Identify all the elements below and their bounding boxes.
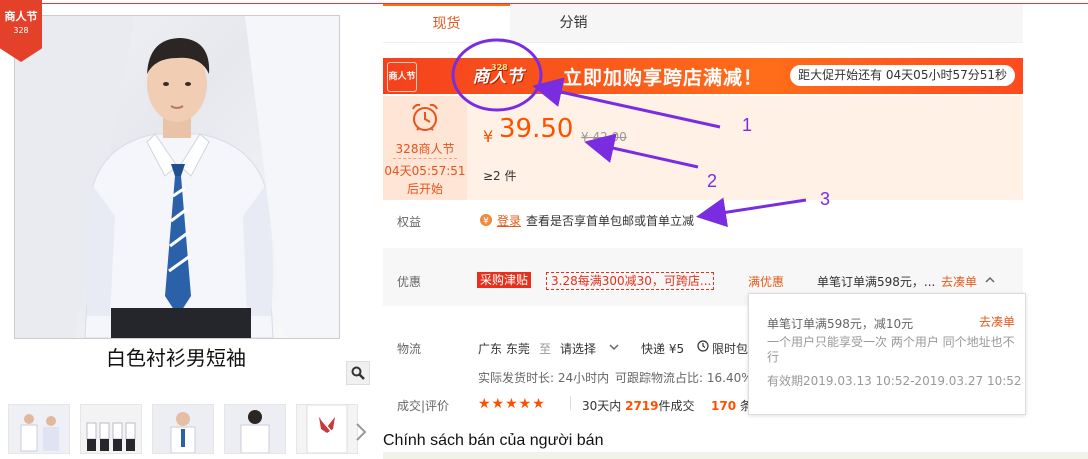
promo-countdown: 距大促开始还有 04天05小时57分51秒 — [790, 65, 1015, 86]
limited-time-package: 限时包 — [712, 342, 749, 356]
thumbnail[interactable] — [8, 404, 70, 454]
evaluations[interactable]: 170 条 — [711, 397, 752, 414]
coupon-icon: ¥ — [480, 214, 492, 227]
full-discount-label: 满优惠 — [748, 275, 785, 289]
single-order-discount: 单笔订单满598元，... — [817, 275, 936, 289]
event-start-label: 后开始 — [406, 182, 443, 196]
badge-number: 328 — [13, 26, 29, 35]
tab-bar: 现货 分销 — [383, 4, 1023, 43]
divider — [393, 158, 457, 159]
express-fee: 快递 ¥5 — [641, 342, 685, 356]
traceable-ratio: 可跟踪物流占比: 16.40% — [615, 371, 753, 385]
festival-logo: 商人节 — [387, 62, 417, 92]
thumbnail[interactable] — [152, 404, 214, 454]
rights-text: 查看是否享首单包邮或首单立减 — [526, 214, 695, 228]
deals-reviews-label: 成交|评价 — [397, 399, 450, 413]
model-photo — [15, 16, 339, 338]
rights-label: 权益 — [397, 215, 422, 229]
thumbnail[interactable] — [296, 404, 358, 454]
rating-stars: ★★★★★ — [478, 396, 546, 412]
festival-center-logo: 328 商人节 — [463, 60, 533, 92]
product-main-image[interactable] — [14, 15, 340, 339]
deals-suffix: 件成交 — [658, 399, 695, 413]
zoom-button[interactable] — [346, 361, 370, 385]
annotation-arrow — [696, 197, 807, 228]
annotation-label-2: 2 — [707, 171, 718, 191]
event-name: 328商人节 — [395, 142, 455, 156]
annotation-label-1: 1 — [742, 115, 753, 135]
ship-to-label: 至 — [539, 342, 552, 356]
thumbnail[interactable] — [224, 404, 286, 454]
ship-duration: 实际发货时长: 24小时内 — [478, 371, 610, 385]
event-countdown: 04天05:57:51 — [384, 164, 466, 178]
alarm-clock-icon — [412, 103, 438, 131]
chevron-right-icon[interactable] — [354, 422, 368, 442]
discount-popup: 单笔订单满598元，减10元 去凑单 一个用户只能享受一次 两个用户 同个地址也… — [748, 293, 1026, 415]
magnifier-icon — [351, 366, 365, 380]
chevron-down-icon[interactable] — [609, 342, 619, 352]
product-title: 白色衬衫男短袖 — [106, 346, 246, 370]
clock-icon — [697, 340, 709, 352]
price-box: 328商人节 04天05:57:51 后开始 ¥ 39.50 ¥ 42.00 ≥… — [383, 96, 1023, 200]
chevron-up-icon[interactable] — [985, 275, 995, 285]
collect-order-link[interactable]: 去凑单 — [941, 273, 977, 290]
thumbnail-strip — [8, 404, 358, 454]
popup-title: 单笔订单满598元，减10元 — [767, 317, 914, 331]
popup-description: 一个用户只能享受一次 两个用户 同个地址也不行 — [767, 335, 1015, 364]
tab-in-stock[interactable]: 现货 — [383, 4, 510, 42]
seller-policy-title: Chính sách bán của người bán — [383, 432, 604, 449]
event-timer: 328商人节 04天05:57:51 后开始 — [383, 96, 467, 200]
destination-select[interactable]: 请选择 — [560, 340, 596, 357]
minimum-order-quantity: ≥2 件 — [483, 169, 517, 183]
shipping-label: 物流 — [397, 342, 422, 356]
promo-headline: 立即加购享跨店满减！ — [563, 67, 764, 89]
cross-store-discount-tag[interactable]: 3.28每满300减30，可跨店... — [546, 272, 714, 290]
thumbnail[interactable] — [80, 404, 142, 454]
popup-collect-link[interactable]: 去凑单 — [979, 313, 1015, 330]
evaluations-count: 170 — [711, 399, 737, 413]
annotation-label-3: 3 — [820, 189, 831, 209]
badge-title: 商人节 — [4, 10, 38, 23]
svg-text:¥: ¥ — [483, 217, 489, 227]
deals-prefix: 30天内 — [582, 399, 622, 413]
deals-count: 2719 — [625, 399, 659, 413]
monthly-deals: 30天内 2719件成交 — [582, 397, 695, 414]
original-price: ¥ 42.00 — [581, 130, 627, 144]
popup-validity: 有效期2019.03.13 10:52-2019.03.27 10:52 — [767, 374, 1022, 388]
festival-logo-number: 328 — [491, 63, 508, 72]
promo-banner[interactable]: 商人节 328 商人节 立即加购享跨店满减！ 距大促开始还有 04天05小时57… — [383, 58, 1023, 94]
discount-label: 优惠 — [397, 275, 422, 289]
login-link[interactable]: 登录 — [497, 212, 521, 229]
tab-distribution[interactable]: 分销 — [510, 4, 637, 42]
price-value: 39.50 — [499, 114, 574, 144]
price-currency: ¥ — [483, 127, 494, 146]
ship-from: 广东 东莞 — [478, 342, 530, 356]
divider — [570, 396, 571, 410]
subsidy-tag[interactable]: 采购津贴 — [477, 272, 532, 288]
